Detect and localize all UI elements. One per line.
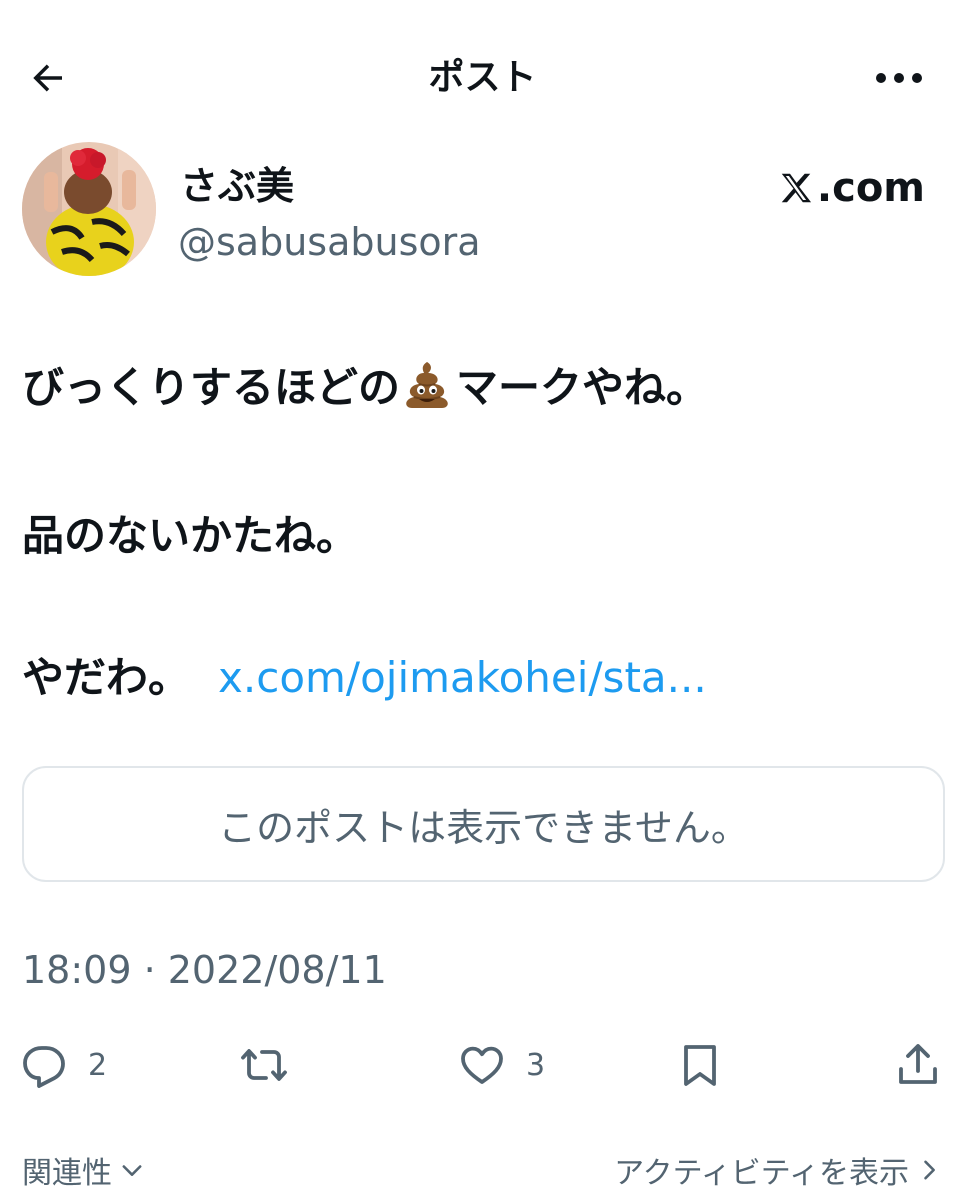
heart-icon — [461, 1046, 503, 1084]
relevance-sort-button[interactable]: 関連性 — [22, 1148, 146, 1192]
avatar[interactable] — [22, 142, 156, 276]
repost-icon — [241, 1049, 287, 1081]
post-timestamp[interactable]: 18:09 · 2022/08/11 — [22, 944, 387, 996]
author-row: さぶ美 @sabusabusora .com — [22, 142, 943, 282]
share-button[interactable] — [894, 1030, 942, 1100]
activity-label: アクティビティを表示 — [614, 1156, 909, 1191]
avatar-image-icon — [22, 142, 156, 276]
bookmark-button[interactable] — [676, 1030, 724, 1100]
post-footer: 関連性 アクティビティを表示 — [22, 1148, 943, 1200]
more-button[interactable] — [869, 54, 929, 102]
handle[interactable]: @sabusabusora — [178, 218, 481, 266]
like-button[interactable]: 3 — [458, 1030, 545, 1100]
chevron-right-icon — [924, 1160, 935, 1180]
like-count: 3 — [526, 1047, 546, 1083]
quoted-post-unavailable-card[interactable]: このポストは表示できません。 — [22, 766, 945, 882]
post-text-line-3: やだわ。 x.com/ojimakohei/sta... — [22, 650, 943, 706]
source-logo: .com — [777, 164, 925, 212]
reply-icon — [23, 1046, 65, 1088]
post-text-segment: やだわ。 — [22, 653, 191, 702]
chevron-down-icon — [122, 1165, 142, 1176]
share-icon — [899, 1044, 937, 1084]
pile-of-poo-icon — [406, 362, 448, 408]
post-link[interactable]: x.com/ojimakohei/sta... — [218, 653, 707, 702]
action-bar: 2 3 — [0, 1030, 965, 1100]
source-text: .com — [816, 165, 925, 211]
more-horizontal-icon — [876, 73, 922, 83]
bookmark-icon — [684, 1045, 716, 1086]
relevance-label: 関連性 — [22, 1156, 112, 1191]
display-name[interactable]: さぶ美 — [180, 162, 294, 210]
post-text-segment: マークやね。 — [456, 363, 709, 412]
reply-button[interactable]: 2 — [20, 1030, 107, 1100]
repost-button[interactable] — [240, 1030, 288, 1100]
reply-count: 2 — [88, 1047, 108, 1083]
post-text-segment: びっくりするほどの — [22, 363, 401, 412]
post-text-line-2: 品のないかたね。 — [22, 511, 359, 560]
post-text-line-1: びっくりするほどの マークやね。 — [22, 358, 943, 416]
x-logo-icon — [781, 173, 811, 203]
quote-unavailable-text: このポストは表示できません。 — [218, 805, 749, 850]
view-activity-link[interactable]: アクティビティを表示 — [614, 1148, 943, 1192]
page-title: ポスト — [428, 57, 537, 98]
top-bar: ポスト — [0, 40, 965, 116]
